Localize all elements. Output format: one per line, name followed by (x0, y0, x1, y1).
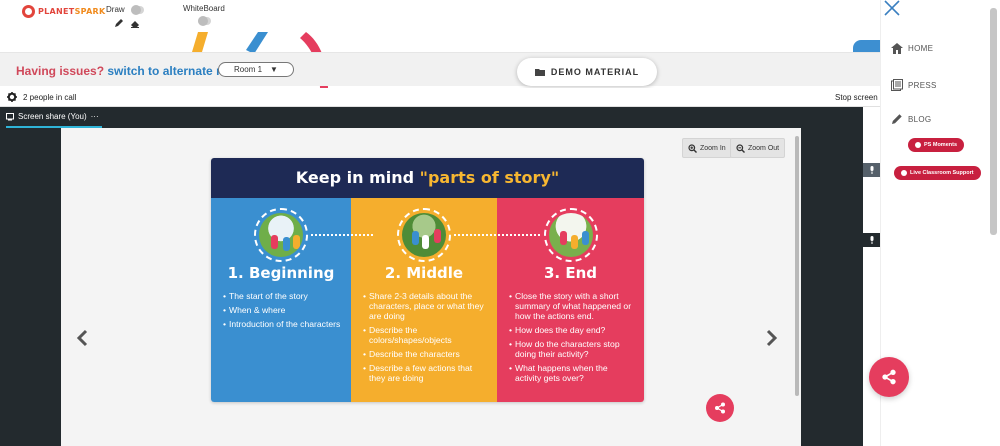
chevron-right-icon[interactable] (766, 329, 778, 347)
people-count-text: 2 people in call (23, 92, 77, 102)
beginning-title: 1. Beginning (227, 264, 335, 282)
room-selected-value: Room 1 (234, 65, 263, 74)
sidebar-item-label: PRESS (908, 80, 937, 90)
issue-banner: Having issues? switch to alternate room … (0, 52, 880, 86)
ps-moments-label: PS Moments (924, 142, 958, 148)
share-icon (882, 369, 896, 385)
slide-title: Keep in mind "parts of story" (211, 158, 644, 198)
slide-scrollbar-thumb[interactable] (795, 136, 799, 396)
draw-toggle-group: Draw (106, 4, 144, 15)
stop-screen-share-button[interactable]: Stop screen (835, 93, 878, 102)
list-item: Introduction of the characters (223, 319, 343, 329)
sidebar-item-blog[interactable]: BLOG (891, 113, 931, 125)
participants-strip (863, 107, 880, 446)
list-item: What happens when the activity gets over… (509, 363, 636, 383)
logo-mark-icon (22, 5, 35, 18)
eraser-icon[interactable] (130, 18, 140, 28)
screen-share-tab-label: Screen share (You) (18, 112, 87, 121)
sidebar-scrollbar[interactable] (990, 8, 997, 235)
middle-photo (397, 208, 451, 262)
zoom-out-button[interactable]: Zoom Out (730, 138, 786, 158)
zoom-in-label: Zoom In (700, 144, 726, 152)
whiteboard-toggle[interactable] (198, 16, 211, 26)
screen-share-bar: Screen share (You) ··· (0, 107, 863, 128)
close-icon[interactable] (884, 0, 900, 16)
dotted-connector (311, 234, 373, 236)
live-support-label: Live Classroom Support (910, 170, 974, 176)
end-column: 3. End Close the story with a short summ… (497, 198, 644, 402)
call-bar: 2 people in call Stop screen (0, 88, 880, 107)
support-icon (901, 170, 907, 176)
demo-material-label: DEMO MATERIAL (550, 67, 640, 77)
end-photo (543, 208, 598, 262)
people-in-call: 2 people in call (7, 92, 76, 102)
end-points: Close the story with a short summary of … (509, 291, 636, 387)
press-icon (891, 79, 903, 91)
zoom-out-label: Zoom Out (748, 144, 780, 152)
slide-title-highlight: "parts of story" (419, 168, 560, 187)
screen-share-tab[interactable]: Screen share (You) ··· (6, 112, 99, 121)
having-issues-text: Having issues? (16, 64, 105, 78)
end-title: 3. End (543, 264, 598, 282)
beginning-photo (254, 208, 308, 262)
middle-title: 2. Middle (384, 264, 464, 282)
chevron-left-icon[interactable] (76, 329, 88, 347)
draw-label: Draw (106, 5, 125, 14)
top-bar: PLANETSPARK Draw WhiteBoard (0, 0, 880, 32)
list-item: Describe the characters (363, 349, 489, 359)
sidebar-item-label: BLOG (908, 114, 932, 124)
sidebar-item-label: HOME (908, 44, 934, 53)
slide-share-button[interactable] (706, 394, 734, 422)
list-item: Describe the colors/shapes/objects (363, 325, 489, 345)
draw-toggle[interactable] (130, 4, 144, 15)
zoom-in-button[interactable]: Zoom In (682, 138, 732, 158)
ps-moments-button[interactable]: PS Moments (908, 138, 965, 152)
list-item: How does the day end? (509, 325, 636, 335)
more-options-icon[interactable]: ··· (91, 112, 99, 121)
mic-icon (870, 166, 873, 174)
middle-column: 2. Middle Share 2-3 details about the ch… (351, 198, 497, 402)
middle-points: Share 2-3 details about the characters, … (363, 291, 489, 387)
zoom-in-icon (688, 143, 697, 153)
banner-text: Having issues? switch to alternate room (16, 64, 246, 78)
zoom-out-icon (736, 143, 745, 153)
list-item: Share 2-3 details about the characters, … (363, 291, 489, 321)
logo-text: PLANETSPARK (38, 7, 106, 16)
sidebar-item-press[interactable]: PRESS (891, 79, 937, 91)
beginning-column: 1. Beginning The start of the story When… (211, 198, 351, 402)
folder-icon (534, 69, 545, 76)
room-select[interactable]: Room 1 ▼ (218, 62, 294, 77)
dotted-connector (454, 234, 540, 236)
whiteboard-label: WhiteBoard (183, 4, 225, 13)
story-slide: Keep in mind "parts of story" 1. Beginni… (211, 158, 644, 402)
draw-tools (114, 18, 140, 28)
sidebar-item-home[interactable]: HOME (891, 43, 933, 54)
pencil-icon (892, 114, 902, 124)
ps-moments-icon (915, 142, 921, 148)
list-item: Describe a few actions that they are doi… (363, 363, 489, 383)
live-classroom-support-button[interactable]: Live Classroom Support (894, 166, 981, 180)
planetspark-logo[interactable]: PLANETSPARK (22, 5, 106, 18)
gear-icon[interactable] (7, 92, 17, 102)
screen-icon (6, 112, 14, 120)
pencil-icon[interactable] (114, 18, 124, 28)
beginning-points: The start of the story When & where Intr… (223, 291, 343, 333)
list-item: When & where (223, 305, 343, 315)
mic-icon (870, 236, 873, 244)
participant-mic-1[interactable] (863, 163, 880, 177)
share-icon (715, 402, 725, 414)
share-fab-button[interactable] (869, 357, 909, 397)
demo-material-button[interactable]: DEMO MATERIAL (517, 58, 657, 86)
list-item: The start of the story (223, 291, 343, 301)
list-item: How do the characters stop doing their a… (509, 339, 636, 359)
participant-mic-2[interactable] (863, 233, 880, 247)
list-item: Close the story with a short summary of … (509, 291, 636, 321)
chevron-down-icon: ▼ (270, 65, 278, 74)
home-icon (891, 43, 903, 54)
